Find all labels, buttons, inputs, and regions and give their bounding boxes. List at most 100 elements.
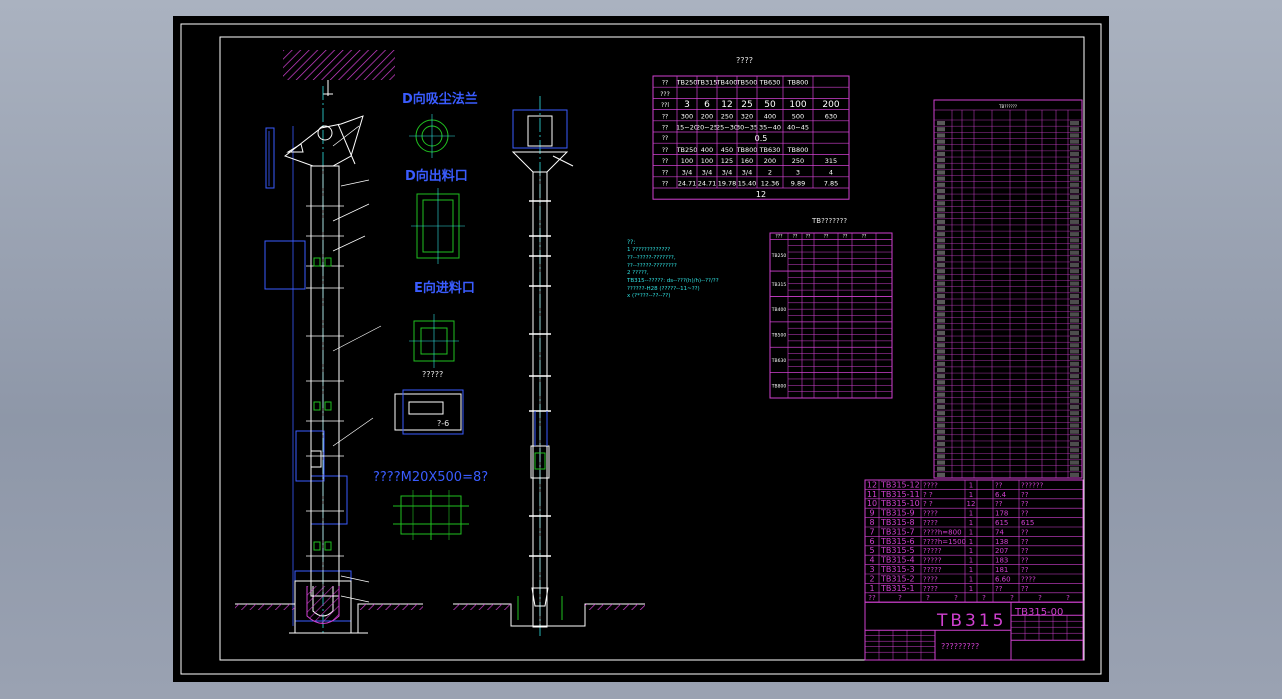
spec-cell: TB315: [696, 79, 718, 87]
notes-line: x (?*???--??--??): [627, 293, 671, 300]
spec-cell: ??: [662, 113, 668, 120]
spec-cell: TB500: [736, 79, 758, 87]
spec-cell: 125: [721, 157, 733, 165]
spec-cell: 15.40: [738, 180, 757, 188]
spec-cell: TB630: [759, 146, 781, 154]
spec-cell: 3/4: [722, 168, 732, 176]
bom-weight: ??: [995, 500, 1003, 508]
bom-note: ??: [1021, 566, 1029, 574]
bom-weight: 138: [995, 538, 1008, 546]
spec-cell: 200: [764, 157, 776, 165]
bom-no: 4: [869, 556, 874, 565]
spec-row-value: 0.5: [755, 134, 768, 143]
bom-qty: 1: [969, 557, 973, 565]
label-d-inlet-flange: D向吸尘法兰: [402, 92, 478, 107]
bom-name: ?????: [923, 557, 942, 565]
outer-border: [180, 23, 1102, 675]
bom-qty: 1: [969, 491, 973, 499]
bom-name: ?????: [923, 566, 942, 574]
bom-weight: 6.60: [995, 575, 1011, 583]
bom-weight: 207: [995, 547, 1008, 555]
bom-weight: 178: [995, 510, 1008, 518]
spec-cell: ??: [662, 80, 668, 87]
spec-cell: TB800: [787, 146, 809, 154]
bom-no: 7: [869, 527, 874, 536]
bom-code: TB315-8: [880, 518, 915, 527]
spec-cell: 300: [681, 112, 693, 120]
title-drawing-no: TB315-00: [1015, 607, 1064, 618]
notes-heading: ??:: [627, 239, 636, 246]
bom-qty: 1: [969, 575, 973, 583]
bom-weight: 183: [995, 557, 1008, 565]
height-table-frame: [933, 99, 1083, 479]
notes-line: ??????-H28 (?????--11~??): [627, 285, 700, 292]
motor-group-label: TB250: [771, 253, 787, 259]
spec-cell: 25~30: [716, 124, 738, 132]
spec-cell: 12.36: [761, 180, 780, 188]
bom-qty: 1: [969, 528, 973, 536]
spec-cell: ??: [662, 147, 668, 154]
spec-table-title: ????: [736, 56, 753, 65]
bom-weight: 74: [995, 528, 1004, 536]
bom-code: TB315-12: [880, 480, 920, 489]
bom-note: ??: [1021, 557, 1029, 565]
spec-cell: 100: [789, 100, 806, 110]
spec-row-value: 12: [756, 190, 766, 199]
motor-group-label: TB800: [771, 383, 787, 389]
spec-cell: 3/4: [742, 168, 752, 176]
notes-lines: 1 ????????????? ??--?????-???????, ??--?…: [627, 248, 719, 300]
bom-name: ????: [923, 481, 938, 489]
spec-cell: 100: [701, 157, 713, 165]
spec-cell: 3/4: [682, 168, 692, 176]
bom-note: ??: [1021, 528, 1029, 536]
spec-cell: 450: [721, 146, 733, 154]
spec-cell: 24.71: [698, 180, 717, 188]
bom-name: ????h=1500: [923, 538, 966, 546]
label-e-feed: E向进料口: [414, 281, 475, 296]
spec-cell: TB800: [787, 79, 809, 87]
bom-note: ??: [1021, 585, 1029, 593]
spec-cell: 3: [796, 168, 800, 176]
label-d-discharge: D向出料口: [405, 169, 468, 184]
bom-weight: 181: [995, 566, 1008, 574]
drawing-sheet: ?? TB250 TB315 TB400 TB500 TB630 TB800??? ??l 3 6…: [173, 16, 1109, 682]
bom-weight: 6.4: [995, 491, 1007, 499]
notes-block: ??: 1 ????????????? ??--?????-???????, ?…: [627, 240, 719, 300]
bom-no: 12: [867, 480, 877, 489]
bom-header: ?: [1010, 594, 1014, 602]
spec-cell: 9.89: [791, 180, 805, 188]
bom-header: ?: [982, 594, 986, 602]
bom-table: 12 TB315-12???? 1?? ??????11 TB315-11? ? 1 6.4…: [864, 479, 1084, 603]
motor-header: ??: [806, 233, 811, 239]
bom-qty: 1: [969, 538, 973, 546]
bom-header: ?: [954, 594, 958, 602]
bom-note: ??: [1021, 538, 1029, 546]
spec-cell: 500: [792, 112, 804, 120]
bom-qty: 12: [967, 500, 976, 508]
bom-name: ????: [923, 585, 938, 593]
motor-group-label: TB500: [771, 333, 787, 339]
spec-cell: 200: [701, 112, 713, 120]
spec-cell: 630: [825, 112, 837, 120]
bom-note: ??: [1021, 491, 1029, 499]
bom-name: ????: [923, 519, 938, 527]
spec-cell: 25: [741, 100, 752, 110]
spec-cell: 160: [741, 157, 753, 165]
spec-cell: 15~20: [676, 124, 698, 132]
bom-qty: 1: [969, 566, 973, 574]
spec-cell: 200: [822, 100, 839, 110]
bom-name: ?????: [923, 547, 942, 555]
spec-cell: ??: [662, 158, 668, 165]
spec-cell: 35~40: [759, 124, 781, 132]
label-section: ?-6: [437, 419, 450, 428]
bom-header: ?: [926, 594, 930, 602]
label-bolt-note: ????M20X500=8?: [373, 470, 489, 485]
spec-cell: 250: [792, 157, 804, 165]
bom-code: TB315-1: [880, 584, 915, 593]
bom-no: 5: [869, 546, 874, 555]
motor-group-label: TB400: [771, 307, 787, 313]
bom-no: 8: [869, 518, 874, 527]
bom-weight: ??: [995, 585, 1003, 593]
spec-cell: 4: [829, 168, 833, 176]
spec-cell: TB400: [716, 79, 738, 87]
